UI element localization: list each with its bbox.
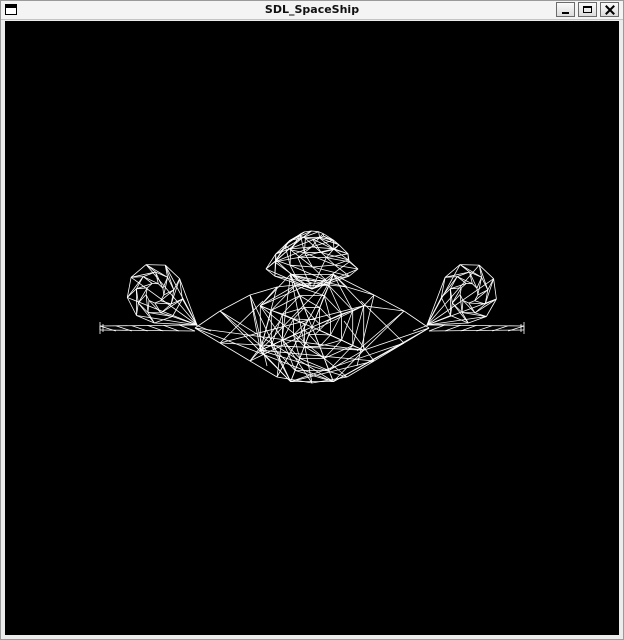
spaceship-wireframe xyxy=(99,230,525,384)
close-button[interactable] xyxy=(600,2,619,17)
right-pod-wireframe xyxy=(426,264,497,326)
app-window: SDL_SpaceShip xyxy=(0,0,624,640)
minimize-button[interactable] xyxy=(556,2,575,17)
close-icon xyxy=(605,5,615,15)
render-canvas[interactable] xyxy=(5,21,619,635)
minimize-icon xyxy=(562,12,569,14)
hull-wireframe xyxy=(194,273,430,384)
left-pod-wireframe xyxy=(126,264,198,326)
maximize-icon xyxy=(583,6,592,13)
title-bar[interactable]: SDL_SpaceShip xyxy=(1,1,623,20)
maximize-button[interactable] xyxy=(578,2,597,17)
window-title: SDL_SpaceShip xyxy=(264,3,360,16)
